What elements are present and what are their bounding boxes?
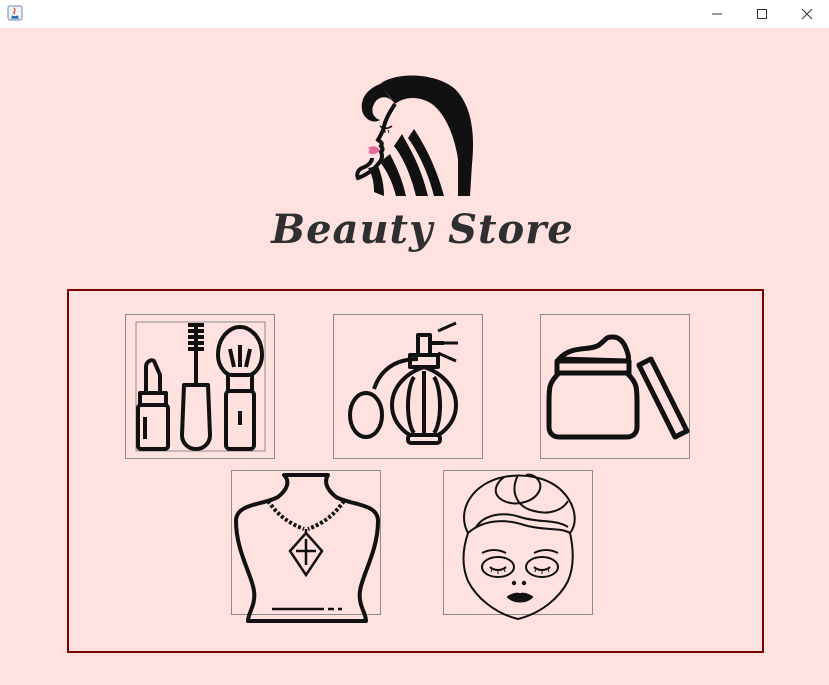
cream-jar-icon	[546, 334, 690, 440]
minimize-button[interactable]	[694, 0, 739, 28]
necklace-icon	[234, 473, 380, 623]
woman-profile-logo	[350, 74, 480, 200]
category-cream-button[interactable]	[540, 314, 690, 459]
category-skincare-button[interactable]	[443, 470, 593, 620]
window-titlebar	[0, 0, 829, 28]
store-title: Beauty Store	[271, 206, 574, 253]
makeup-icon	[135, 321, 266, 452]
maximize-icon	[756, 9, 767, 19]
face-mask-icon	[462, 473, 576, 620]
close-button[interactable]	[784, 0, 829, 28]
perfume-icon	[348, 321, 458, 445]
category-makeup-button[interactable]	[125, 314, 275, 459]
category-jewelry-button[interactable]	[231, 470, 381, 623]
maximize-button[interactable]	[739, 0, 784, 28]
close-icon	[801, 8, 812, 20]
java-app-icon	[6, 4, 24, 22]
category-perfume-button[interactable]	[333, 314, 483, 459]
minimize-icon	[711, 13, 722, 15]
